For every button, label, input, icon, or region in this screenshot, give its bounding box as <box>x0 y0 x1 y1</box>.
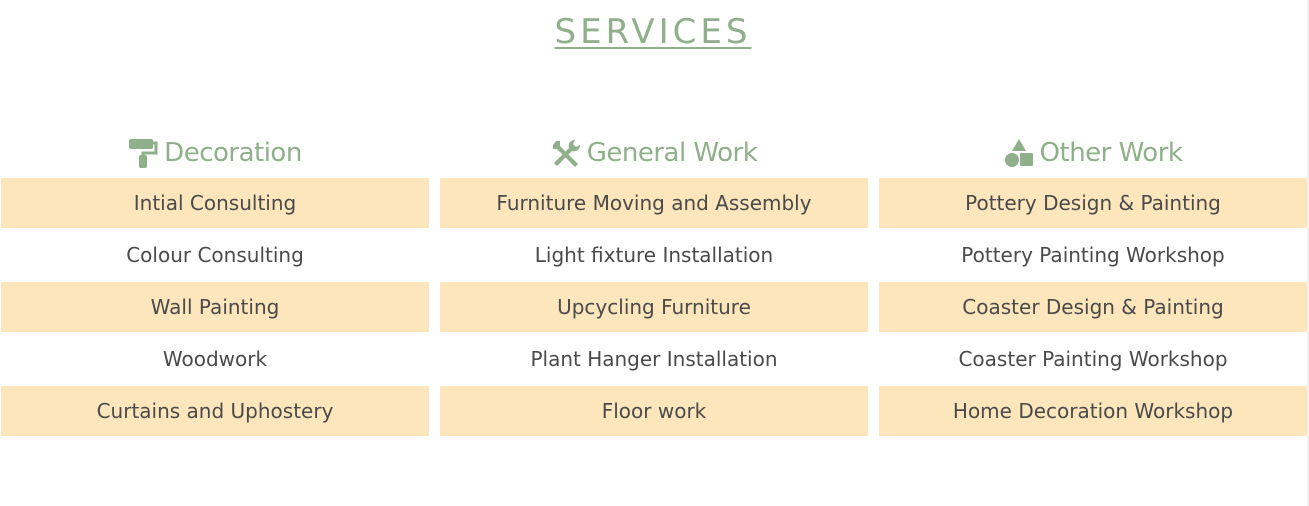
list-item: Furniture Moving and Assembly <box>440 178 868 228</box>
list-item: Light fixture Installation <box>534 243 774 267</box>
list-item: Woodwork <box>162 347 268 371</box>
list-item: Wall Painting <box>1 282 429 332</box>
list-item: Coaster Painting Workshop <box>958 347 1228 371</box>
list-item: Colour Consulting <box>126 243 304 267</box>
list-item: Upcycling Furniture <box>440 282 868 332</box>
column-heading-label: General Work <box>586 138 758 168</box>
paint-roller-icon <box>128 138 158 168</box>
list-item: Curtains and Uphostery <box>1 386 429 436</box>
column-heading-label: Other Work <box>1039 138 1183 168</box>
list-item: Plant Hanger Installation <box>530 347 778 371</box>
list-item: Intial Consulting <box>1 178 429 228</box>
column-heading-other-work: Other Work <box>879 128 1307 178</box>
services-section: SERVICES Decoration Intial Consulting Co… <box>0 0 1309 506</box>
title-text: SERVICES <box>554 12 752 52</box>
service-list: Furniture Moving and Assembly Light fixt… <box>440 178 868 436</box>
column-heading-decoration: Decoration <box>1 128 429 178</box>
service-list: Pottery Design & Painting Pottery Painti… <box>879 178 1307 436</box>
general-work-column: General Work Furniture Moving and Assemb… <box>440 128 868 438</box>
column-heading-general-work: General Work <box>440 128 868 178</box>
list-item: Pottery Painting Workshop <box>961 243 1225 267</box>
other-work-column: Other Work Pottery Design & Painting Pot… <box>879 128 1307 438</box>
list-item: Coaster Design & Painting <box>879 282 1307 332</box>
list-item: Pottery Design & Painting <box>879 178 1307 228</box>
service-list: Intial Consulting Colour Consulting Wall… <box>1 178 429 436</box>
page-title: SERVICES <box>0 10 1306 54</box>
list-item: Home Decoration Workshop <box>879 386 1307 436</box>
services-columns: Decoration Intial Consulting Colour Cons… <box>1 128 1307 438</box>
decoration-column: Decoration Intial Consulting Colour Cons… <box>1 128 429 438</box>
tools-icon <box>551 138 581 168</box>
shapes-icon <box>1004 138 1034 168</box>
list-item: Floor work <box>440 386 868 436</box>
column-heading-label: Decoration <box>164 138 302 168</box>
